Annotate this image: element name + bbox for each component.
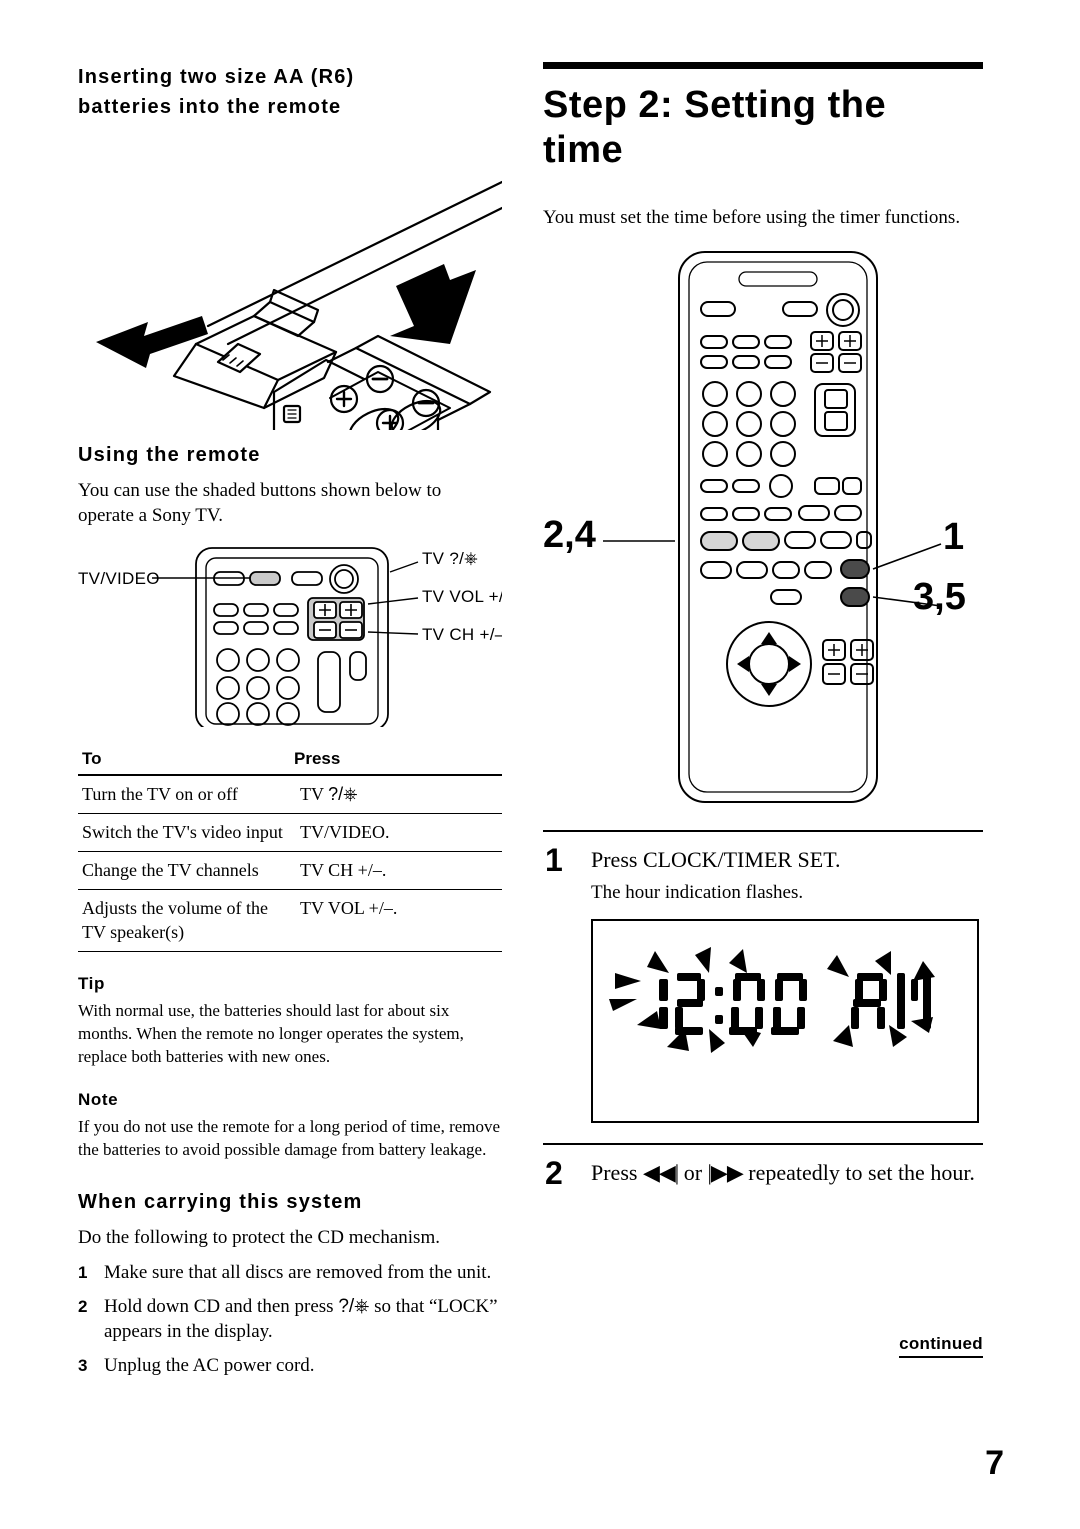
step-number: 1 bbox=[78, 1263, 88, 1282]
step-text: Unplug the AC power cord. bbox=[104, 1355, 315, 1376]
remote-tv-buttons-figure: TV/VIDEO TV ?/⎈ TV VOL +/– TV CH +/– bbox=[78, 542, 502, 727]
left-column: Inserting two size AA (R6) batteries int… bbox=[78, 62, 502, 1387]
callout-2-4: 2,4 bbox=[543, 514, 596, 556]
step-number: 2 bbox=[78, 1297, 88, 1316]
label-tv-video: TV/VIDEO bbox=[78, 569, 160, 588]
step-1-subtext: The hour indication flashes. bbox=[591, 882, 804, 903]
page-title: Step 2: Setting the time bbox=[543, 84, 887, 171]
cell-press: TV VOL +/–. bbox=[290, 889, 502, 952]
using-remote-heading: Using the remote bbox=[78, 444, 261, 466]
cell-press: TV CH +/–. bbox=[290, 851, 502, 890]
right-column: Step 2: Setting the time You must set th… bbox=[543, 62, 983, 1358]
section-rule bbox=[543, 62, 983, 69]
table-row: Change the TV channels TV CH +/–. bbox=[78, 851, 502, 890]
table-row: Adjusts the volume of the TV speaker(s) … bbox=[78, 889, 502, 952]
note-heading: Note bbox=[78, 1090, 119, 1109]
table-row: Switch the TV's video input TV/VIDEO. bbox=[78, 813, 502, 852]
carrying-system-text: Do the following to protect the CD mecha… bbox=[78, 1227, 440, 1248]
prev-skip-icon: ◀◀| bbox=[642, 1160, 679, 1185]
step-1-text: Press CLOCK/TIMER SET. bbox=[591, 847, 841, 872]
carrying-system-heading: When carrying this system bbox=[78, 1191, 363, 1213]
display-panel-figure bbox=[591, 919, 979, 1123]
label-tv-ch: TV CH +/– bbox=[422, 625, 502, 644]
label-tv-power: TV ?/⎈ bbox=[422, 549, 478, 568]
inserting-batteries-heading: Inserting two size AA (R6) batteries int… bbox=[78, 66, 355, 118]
step-2-text-before: Press bbox=[591, 1160, 638, 1185]
cell-press: TV/VIDEO. bbox=[290, 813, 502, 852]
cell-to: Adjusts the volume of the TV speaker(s) bbox=[78, 889, 290, 952]
step-number: 3 bbox=[78, 1356, 88, 1375]
step-divider bbox=[543, 1143, 983, 1145]
list-item: 2 Hold down CD and then press ?/⎈ so tha… bbox=[78, 1294, 512, 1344]
using-remote-text: You can use the shaded buttons shown bel… bbox=[78, 480, 442, 526]
step-text: Make sure that all discs are removed fro… bbox=[104, 1262, 492, 1283]
label-tv-vol: TV VOL +/– bbox=[422, 587, 502, 606]
step-2-text: Press ◀◀| or |▶▶ repeatedly to set the h… bbox=[591, 1159, 983, 1187]
page-number: 7 bbox=[985, 1444, 1004, 1482]
list-item: 1 Make sure that all discs are removed f… bbox=[78, 1260, 512, 1285]
intro-text: You must set the time before using the t… bbox=[543, 207, 961, 228]
table-row: Turn the TV on or off TV ?/⎈ bbox=[78, 775, 502, 814]
cell-to: Turn the TV on or off bbox=[78, 775, 290, 814]
tip-body: With normal use, the batteries should la… bbox=[78, 1001, 464, 1066]
step-2-number: 2 bbox=[545, 1155, 563, 1191]
note-body: If you do not use the remote for a long … bbox=[78, 1117, 501, 1159]
tv-operations-table: To Press Turn the TV on or off TV ?/⎈ Sw… bbox=[78, 745, 502, 952]
manual-page: Inserting two size AA (R6) batteries int… bbox=[0, 0, 1080, 1529]
callout-3-5: 3,5 bbox=[913, 576, 966, 618]
step-2-text-after: repeatedly to set the hour. bbox=[748, 1160, 975, 1185]
step-1: 1 Press CLOCK/TIMER SET. The hour indica… bbox=[543, 842, 983, 905]
column-header-to: To bbox=[78, 745, 290, 776]
remote-control-figure: 2,4 1 3,5 bbox=[543, 244, 983, 814]
cell-to: Switch the TV's video input bbox=[78, 813, 290, 852]
column-header-press: Press bbox=[290, 745, 502, 776]
next-skip-icon: |▶▶ bbox=[707, 1160, 744, 1185]
step-text: Hold down CD and then press ?/⎈ so that … bbox=[104, 1296, 498, 1342]
step-1-number: 1 bbox=[545, 842, 563, 878]
tip-heading: Tip bbox=[78, 974, 105, 993]
list-item: 3 Unplug the AC power cord. bbox=[78, 1353, 512, 1378]
callout-1: 1 bbox=[943, 516, 965, 558]
continued-label: continued bbox=[899, 1334, 983, 1358]
table-header-row: To Press bbox=[78, 745, 502, 776]
step-2: 2 Press ◀◀| or |▶▶ repeatedly to set the… bbox=[543, 1155, 983, 1191]
step-2-text-middle: or bbox=[683, 1160, 703, 1185]
carrying-steps-list: 1 Make sure that all discs are removed f… bbox=[78, 1260, 502, 1378]
cell-press: TV ?/⎈ bbox=[290, 775, 502, 814]
battery-insertion-figure bbox=[78, 130, 502, 430]
step-divider bbox=[543, 830, 983, 832]
cell-to: Change the TV channels bbox=[78, 851, 290, 890]
